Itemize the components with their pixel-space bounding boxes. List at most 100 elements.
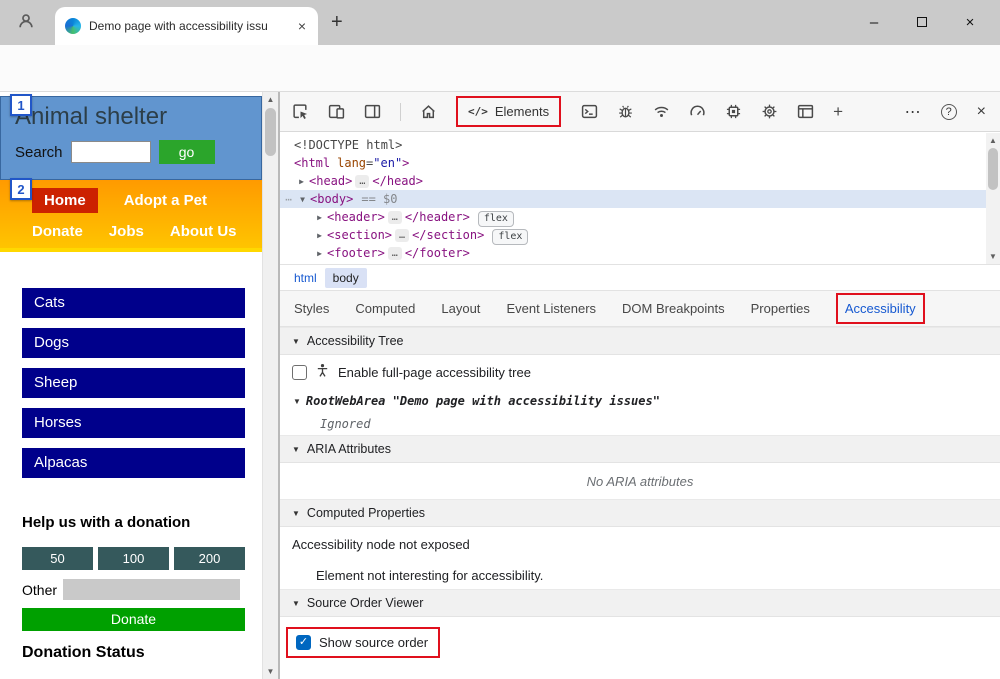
tab-elements[interactable]: </> Elements — [456, 96, 562, 127]
go-button[interactable]: go — [158, 140, 215, 164]
console-icon[interactable] — [581, 103, 598, 120]
other-label: Other — [22, 581, 58, 598]
nav-donate-link[interactable]: Donate — [32, 223, 83, 240]
nav-jobs-link[interactable]: Jobs — [109, 223, 144, 240]
dom-line-header[interactable]: ▶ <header>… </header> flex — [280, 208, 986, 227]
tab-accessibility[interactable]: Accessibility — [835, 293, 925, 324]
debug-bug-icon[interactable] — [617, 103, 634, 120]
search-row: Search go — [15, 140, 261, 164]
scrollbar-thumb[interactable] — [265, 108, 276, 156]
settings-gear-icon[interactable] — [761, 103, 778, 120]
tab-layout[interactable]: Layout — [441, 301, 480, 316]
flex-badge[interactable]: flex — [492, 229, 529, 245]
node-menu-icon[interactable]: ⋯ — [282, 191, 295, 209]
dom-line-section[interactable]: ▶ <section>… </section> flex — [280, 226, 986, 245]
donate-button[interactable]: Donate — [22, 608, 245, 631]
amount-100-button[interactable]: 100 — [98, 547, 169, 570]
scroll-down-icon[interactable]: ▼ — [986, 252, 1000, 261]
source-order-badge-1: 1 — [10, 94, 32, 116]
tab-close-icon[interactable]: × — [296, 18, 308, 34]
maximize-button[interactable] — [898, 2, 946, 42]
performance-gauge-icon[interactable] — [689, 103, 706, 120]
node-not-exposed-message: Accessibility node not exposed — [292, 536, 470, 552]
other-amount-input[interactable] — [63, 579, 241, 600]
animal-link-sheep[interactable]: Sheep — [22, 368, 245, 398]
profile-button[interactable] — [10, 7, 42, 39]
a11y-tree-root-node[interactable]: ▼ RootWebArea "Demo page with accessibil… — [280, 389, 1000, 413]
expand-arrow-icon[interactable]: ▶ — [312, 245, 327, 263]
network-wifi-icon[interactable] — [653, 103, 670, 120]
inline-ellipsis[interactable]: … — [387, 247, 402, 260]
scroll-up-icon[interactable]: ▲ — [986, 136, 1000, 145]
collapse-arrow-icon[interactable]: ▼ — [293, 397, 301, 406]
nav-adopt-link[interactable]: Adopt a Pet — [124, 192, 207, 209]
breadcrumb-html[interactable]: html — [288, 268, 323, 288]
animal-link-horses[interactable]: Horses — [22, 408, 245, 438]
inline-ellipsis[interactable]: … — [387, 211, 402, 224]
devtools-more-icon[interactable]: ⋯ — [905, 102, 921, 122]
animal-link-cats[interactable]: Cats — [22, 288, 245, 318]
browser-toolbar: ← ↻ microsoftedge.github.io/Demos/devtoo… — [0, 45, 1000, 131]
expand-arrow-icon[interactable]: ▶ — [312, 209, 327, 227]
dock-panel-icon[interactable] — [364, 103, 381, 120]
amount-200-button[interactable]: 200 — [174, 547, 245, 570]
donation-status-heading: Donation Status — [22, 644, 145, 661]
scrollbar-thumb[interactable] — [988, 148, 998, 190]
inline-ellipsis[interactable]: … — [355, 175, 370, 188]
tab-properties[interactable]: Properties — [751, 301, 810, 316]
inline-ellipsis[interactable]: … — [395, 229, 410, 242]
a11y-tree-ignored-node[interactable]: Ignored — [280, 413, 1000, 435]
inspect-icon[interactable] — [292, 103, 309, 120]
dom-line-footer[interactable]: ▶ <footer>… </footer> — [280, 244, 986, 262]
new-tab-button[interactable]: + — [331, 11, 343, 34]
donation-amounts: 50 100 200 — [22, 547, 245, 570]
expand-arrow-icon[interactable]: ▶ — [312, 227, 327, 245]
more-tools-plus-icon[interactable]: + — [833, 102, 843, 122]
enable-tree-checkbox[interactable] — [292, 364, 307, 380]
collapse-arrow-icon[interactable]: ▼ — [295, 191, 310, 209]
nav-home-link[interactable]: Home — [32, 188, 98, 213]
scroll-up-icon[interactable]: ▲ — [263, 95, 278, 104]
dom-line-html[interactable]: <html lang="en"> — [280, 154, 986, 172]
search-label: Search — [15, 143, 63, 161]
section-aria-attributes[interactable]: ▼ ARIA Attributes — [280, 435, 1000, 463]
animal-link-alpacas[interactable]: Alpacas — [22, 448, 245, 478]
dom-line-body-selected[interactable]: ⋯ ▼ <body> == $0 — [280, 190, 986, 208]
minimize-button[interactable]: – — [850, 2, 898, 42]
tab-event-listeners[interactable]: Event Listeners — [506, 301, 596, 316]
dom-line-head[interactable]: ▶ <head>… </head> — [280, 172, 986, 190]
nav-about-link[interactable]: About Us — [170, 223, 237, 240]
toolbar-separator — [400, 102, 401, 121]
show-source-order-checkbox[interactable]: ✓ — [296, 635, 311, 650]
expand-arrow-icon[interactable]: ▶ — [294, 173, 309, 191]
application-window-icon[interactable] — [797, 103, 814, 120]
devtools-toolbar: </> Elements + ⋯ ? × — [280, 92, 1000, 132]
close-button[interactable]: × — [946, 2, 994, 42]
search-input[interactable] — [70, 141, 151, 163]
dom-line-doctype[interactable]: <!DOCTYPE html> — [280, 136, 986, 154]
section-arrow-icon: ▼ — [292, 336, 300, 346]
amount-50-button[interactable]: 50 — [22, 547, 93, 570]
section-accessibility-tree[interactable]: ▼ Accessibility Tree — [280, 327, 1000, 355]
devtools-close-icon[interactable]: × — [977, 103, 986, 121]
tab-computed[interactable]: Computed — [355, 301, 415, 316]
section-source-order-viewer[interactable]: ▼ Source Order Viewer — [280, 589, 1000, 617]
home-icon[interactable] — [420, 103, 437, 120]
memory-cpu-icon[interactable] — [725, 103, 742, 120]
section-computed-properties[interactable]: ▼ Computed Properties — [280, 499, 1000, 527]
show-source-order-label: Show source order — [319, 635, 429, 650]
tab-dom-breakpoints[interactable]: DOM Breakpoints — [622, 301, 725, 316]
devtools-help-icon[interactable]: ? — [940, 103, 957, 120]
browser-tab[interactable]: Demo page with accessibility issu × — [55, 7, 318, 45]
nav-row-2: Donate Jobs About Us — [0, 216, 262, 247]
dom-tree-scrollbar[interactable]: ▲ ▼ — [986, 133, 1000, 264]
animal-link-dogs[interactable]: Dogs — [22, 328, 245, 358]
edge-favicon-icon — [65, 18, 81, 34]
breadcrumb-body[interactable]: body — [324, 267, 367, 288]
tab-styles[interactable]: Styles — [294, 301, 329, 316]
scroll-down-icon[interactable]: ▼ — [263, 667, 278, 676]
device-emulation-icon[interactable] — [328, 103, 345, 120]
page-scrollbar[interactable]: ▲ ▼ — [262, 92, 278, 679]
check-icon: ✓ — [298, 636, 309, 648]
flex-badge[interactable]: flex — [477, 211, 514, 227]
